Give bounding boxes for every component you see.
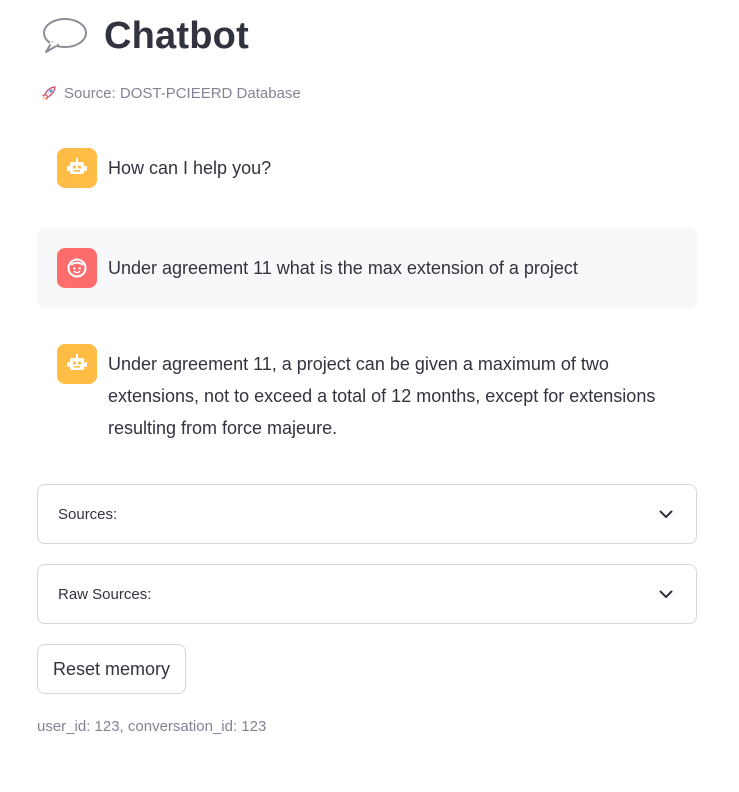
- chat-message-assistant: How can I help you?: [37, 148, 697, 188]
- page-title: Chatbot: [104, 14, 249, 57]
- raw-sources-expander[interactable]: Raw Sources:: [37, 564, 697, 624]
- session-ids-caption: user_id: 123, conversation_id: 123: [37, 718, 267, 735]
- source-caption: Source: DOST-PCIEERD Database: [40, 84, 301, 102]
- message-text: Under agreement 11, a project can be giv…: [108, 354, 656, 438]
- robot-icon: [57, 344, 97, 384]
- chat-page: Chatbot Source: DOST-PCIEERD Database Ho…: [0, 0, 739, 792]
- chevron-down-icon[interactable]: [656, 504, 676, 524]
- message-text: How can I help you?: [108, 158, 272, 178]
- rocket-icon: [40, 84, 58, 102]
- sources-expander[interactable]: Sources:: [37, 484, 697, 544]
- sources-expander-label: Sources:: [58, 505, 118, 523]
- raw-sources-expander-label: Raw Sources:: [58, 585, 152, 603]
- page-header: Chatbot: [40, 10, 249, 62]
- message-text: Under agreement 11 what is the max exten…: [108, 258, 578, 278]
- chevron-down-icon[interactable]: [656, 584, 676, 604]
- smiley-face-icon: [57, 248, 97, 288]
- chat-message-user: Under agreement 11 what is the max exten…: [37, 228, 697, 308]
- speech-balloon-icon: [40, 16, 88, 56]
- reset-memory-button[interactable]: Reset memory: [37, 644, 187, 694]
- chat-message-assistant: Under agreement 11, a project can be giv…: [37, 344, 697, 444]
- source-caption-text: Source: DOST-PCIEERD Database: [64, 84, 301, 102]
- robot-icon: [57, 148, 97, 188]
